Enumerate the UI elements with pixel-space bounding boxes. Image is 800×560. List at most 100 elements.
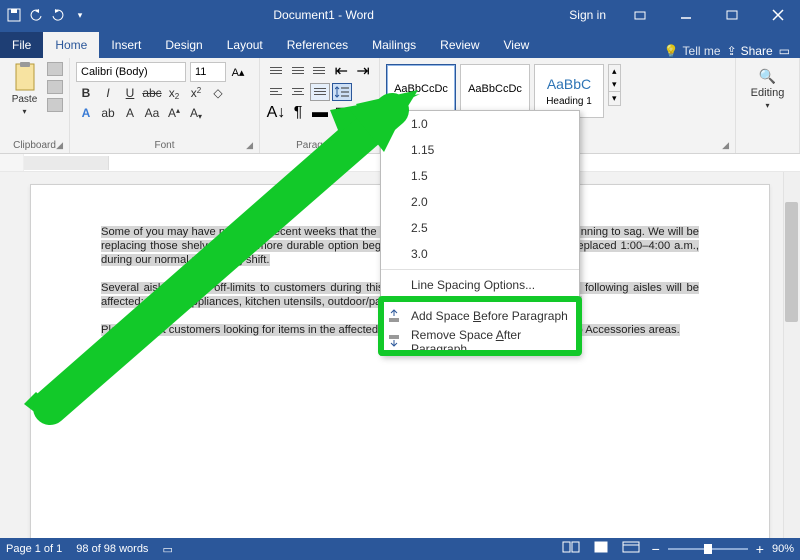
- find-icon[interactable]: 🔍: [759, 68, 776, 85]
- styles-dialog-launcher[interactable]: ◢: [722, 140, 729, 151]
- redo-icon[interactable]: [50, 7, 66, 23]
- strikethrough-button[interactable]: abc: [142, 84, 162, 102]
- bold-button[interactable]: B: [76, 84, 96, 102]
- spacing-3.0[interactable]: 3.0: [381, 241, 579, 267]
- group-clipboard: Paste ▾ Clipboard◢: [0, 58, 70, 153]
- multilevel-list-button[interactable]: [310, 62, 330, 80]
- bullets-button[interactable]: [266, 62, 286, 80]
- vertical-scrollbar[interactable]: [783, 172, 800, 538]
- spacing-2.5[interactable]: 2.5: [381, 215, 579, 241]
- grow-font-button[interactable]: A▴: [230, 63, 246, 81]
- tab-home[interactable]: Home: [43, 32, 99, 58]
- editing-label[interactable]: Editing: [751, 87, 785, 99]
- zoom-out-button[interactable]: −: [652, 541, 660, 557]
- save-icon[interactable]: [6, 7, 22, 23]
- copy-button[interactable]: [47, 80, 63, 94]
- tab-review[interactable]: Review: [428, 32, 491, 58]
- cut-button[interactable]: [47, 62, 63, 76]
- group-font: A▴ B I U abc x2 x2 ◇ A ab A Aa A▴ A▾ Fon…: [70, 58, 260, 153]
- add-space-before[interactable]: Add Space Before Paragraph: [381, 303, 579, 329]
- line-spacing-button[interactable]: [332, 83, 352, 101]
- tab-layout[interactable]: Layout: [215, 32, 275, 58]
- group-editing: 🔍 Editing ▾: [736, 58, 800, 153]
- view-print-layout[interactable]: [592, 541, 614, 557]
- tab-view[interactable]: View: [492, 32, 542, 58]
- format-painter-button[interactable]: [47, 98, 63, 112]
- scroll-thumb[interactable]: [785, 202, 798, 322]
- undo-icon[interactable]: [28, 7, 44, 23]
- close-button[interactable]: [756, 0, 800, 30]
- status-words[interactable]: 98 of 98 words: [76, 543, 148, 555]
- status-page[interactable]: Page 1 of 1: [6, 543, 62, 555]
- spacing-1.0[interactable]: 1.0: [381, 111, 579, 137]
- clipboard-dialog-launcher[interactable]: ◢: [56, 140, 63, 151]
- highlight-color-button[interactable]: ab: [98, 104, 118, 122]
- view-web-layout[interactable]: [622, 541, 644, 557]
- minimize-button[interactable]: [664, 0, 708, 30]
- share-button[interactable]: ⇪ Share: [727, 44, 773, 58]
- group-font-label: Font: [154, 140, 174, 151]
- line-spacing-menu: 1.0 1.15 1.5 2.0 2.5 3.0 Line Spacing Op…: [380, 110, 580, 356]
- align-left-button[interactable]: [266, 83, 286, 101]
- decrease-indent-button[interactable]: ⇤: [331, 62, 351, 80]
- font-dialog-launcher[interactable]: ◢: [246, 140, 253, 151]
- tab-insert[interactable]: Insert: [99, 32, 153, 58]
- clear-formatting-button[interactable]: ◇: [208, 84, 228, 102]
- spacing-2.0[interactable]: 2.0: [381, 189, 579, 215]
- tell-me-search[interactable]: 💡 Tell me: [664, 44, 721, 58]
- align-center-button[interactable]: [288, 83, 308, 101]
- view-read-mode[interactable]: [562, 541, 584, 557]
- space-after-icon: [387, 334, 403, 350]
- superscript-button[interactable]: x2: [186, 84, 206, 102]
- tab-file[interactable]: File: [0, 32, 43, 58]
- change-case-button[interactable]: Aa: [142, 104, 162, 122]
- customize-qat-icon[interactable]: ▾: [72, 7, 88, 23]
- borders-button[interactable]: ▦: [332, 104, 352, 122]
- subscript-button[interactable]: x2: [164, 84, 184, 102]
- font-size-select[interactable]: [190, 62, 226, 82]
- sign-in-link[interactable]: Sign in: [559, 8, 616, 22]
- line-spacing-options[interactable]: Line Spacing Options...: [381, 272, 579, 298]
- maximize-button[interactable]: [710, 0, 754, 30]
- tab-mailings[interactable]: Mailings: [360, 32, 428, 58]
- underline-button[interactable]: U: [120, 84, 140, 102]
- zoom-in-button[interactable]: +: [756, 541, 764, 557]
- grow-font-icon[interactable]: A▴: [164, 104, 184, 122]
- font-color-button[interactable]: A: [120, 104, 140, 122]
- shrink-font-icon[interactable]: A▾: [186, 104, 206, 122]
- shading-button[interactable]: ▬: [310, 104, 330, 122]
- font-name-select[interactable]: [76, 62, 186, 82]
- show-marks-button[interactable]: ¶: [288, 104, 308, 122]
- zoom-slider[interactable]: [668, 548, 748, 550]
- group-paragraph: ⇤ ⇥ A↓ ¶ ▬ ▦ Paragraph◢: [260, 58, 380, 153]
- paragraph-dialog-launcher[interactable]: ◢: [366, 140, 373, 151]
- group-clipboard-label: Clipboard: [13, 140, 56, 151]
- remove-space-after[interactable]: Remove Space After Paragraph: [381, 329, 579, 355]
- paste-button[interactable]: Paste ▾: [6, 62, 43, 124]
- doc-name: Document1: [273, 8, 334, 22]
- styles-scroll-up[interactable]: ▴: [609, 65, 620, 78]
- styles-scroll-down[interactable]: ▾: [609, 78, 620, 91]
- tab-references[interactable]: References: [275, 32, 360, 58]
- styles-expand[interactable]: ▾: [609, 91, 620, 105]
- comments-icon[interactable]: ▭: [779, 44, 790, 58]
- align-justify-button[interactable]: [310, 83, 330, 101]
- space-before-icon: [387, 308, 403, 324]
- lightbulb-icon: 💡: [664, 44, 679, 58]
- numbering-button[interactable]: [288, 62, 308, 80]
- chevron-down-icon: ▾: [765, 101, 769, 110]
- spacing-1.15[interactable]: 1.15: [381, 137, 579, 163]
- tab-design[interactable]: Design: [153, 32, 214, 58]
- proofing-icon[interactable]: ▭: [162, 543, 172, 556]
- zoom-level[interactable]: 90%: [772, 543, 794, 555]
- ribbon-display-options-icon[interactable]: [618, 0, 662, 30]
- italic-button[interactable]: I: [98, 84, 118, 102]
- increase-indent-button[interactable]: ⇥: [353, 62, 373, 80]
- chevron-down-icon: ▾: [22, 107, 26, 116]
- text-effects-button[interactable]: A: [76, 104, 96, 122]
- window-title: Document1 - Word: [88, 8, 559, 22]
- spacing-1.5[interactable]: 1.5: [381, 163, 579, 189]
- sort-button[interactable]: A↓: [266, 104, 286, 122]
- share-icon: ⇪: [727, 44, 737, 58]
- paste-label: Paste: [12, 94, 38, 105]
